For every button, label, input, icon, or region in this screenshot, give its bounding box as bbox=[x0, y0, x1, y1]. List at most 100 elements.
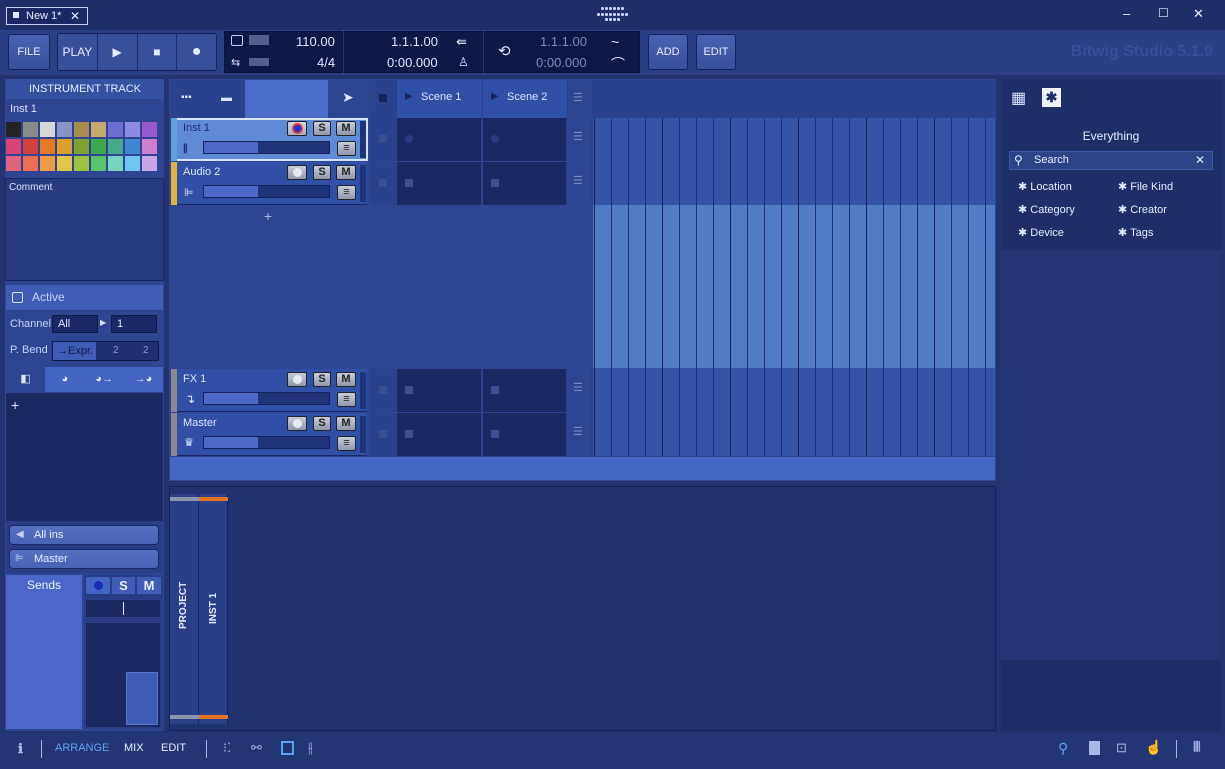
active-toggle[interactable]: Active bbox=[6, 285, 163, 310]
volume-meter[interactable] bbox=[85, 622, 161, 728]
minimize-button[interactable]: – bbox=[1123, 6, 1130, 21]
color-swatch[interactable] bbox=[57, 139, 72, 154]
solo-button[interactable]: S bbox=[313, 372, 331, 387]
mute-button[interactable]: M bbox=[336, 416, 356, 431]
tempo-value[interactable]: 110.00 bbox=[296, 34, 335, 49]
color-swatch[interactable] bbox=[6, 139, 21, 154]
color-swatch[interactable] bbox=[40, 122, 55, 137]
filter-tags[interactable]: ✱ Tags bbox=[1118, 226, 1153, 239]
solo-button[interactable]: S bbox=[313, 416, 331, 431]
forward-clock-icon[interactable]: →◕ bbox=[124, 367, 163, 392]
color-swatch[interactable] bbox=[125, 156, 140, 171]
time-signature[interactable]: 4/4 bbox=[317, 55, 335, 70]
maximize-button[interactable]: ☐ bbox=[1158, 6, 1169, 20]
browser-search-icon[interactable]: ⚲ bbox=[1058, 740, 1068, 757]
clock-icon[interactable]: ◕ bbox=[45, 367, 84, 392]
active-checkbox-icon[interactable] bbox=[12, 292, 23, 303]
filter-category[interactable]: ✱ Category bbox=[1018, 203, 1075, 216]
clock-forward-icon[interactable]: ◕→ bbox=[85, 367, 124, 392]
color-swatch[interactable] bbox=[108, 156, 123, 171]
menu-icon[interactable]: ☰ bbox=[573, 381, 583, 394]
volume-fader[interactable] bbox=[203, 392, 330, 405]
edit-view-tab[interactable]: EDIT bbox=[161, 742, 186, 754]
mix-view-tab[interactable]: MIX bbox=[124, 742, 144, 754]
solo-button[interactable]: S bbox=[313, 165, 331, 180]
color-swatch[interactable] bbox=[40, 139, 55, 154]
grid-view-icon[interactable]: ▪▪▪ bbox=[181, 92, 192, 103]
automation-write-icon[interactable]: ~ bbox=[611, 34, 619, 50]
track-menu-icon[interactable]: ≡ bbox=[337, 436, 356, 451]
color-swatch[interactable] bbox=[91, 122, 106, 137]
mixer-icon[interactable]: ⫲ bbox=[308, 739, 313, 756]
device-panel-icon[interactable] bbox=[281, 741, 294, 755]
color-swatch[interactable] bbox=[91, 139, 106, 154]
volume-fader[interactable] bbox=[203, 141, 330, 154]
color-swatch[interactable] bbox=[74, 122, 89, 137]
play-button[interactable]: ▶ bbox=[98, 34, 138, 70]
play-time[interactable]: 0:00.000 bbox=[387, 55, 438, 70]
record-arm-button[interactable] bbox=[287, 165, 307, 180]
tempo-tap-icon[interactable] bbox=[249, 35, 269, 45]
pbend-range-down[interactable]: 2 bbox=[113, 345, 119, 356]
track-menu-icon[interactable]: ≡ bbox=[337, 185, 356, 200]
add-track-icon[interactable]: + bbox=[264, 208, 272, 224]
scene-2[interactable]: ▶ Scene 2 bbox=[483, 80, 567, 118]
color-swatch[interactable] bbox=[125, 122, 140, 137]
info-icon[interactable]: ℹ bbox=[18, 741, 23, 757]
track-name[interactable]: Audio 2 bbox=[183, 166, 220, 178]
volume-fader[interactable] bbox=[203, 436, 330, 449]
mute-button[interactable]: M bbox=[137, 577, 161, 594]
clear-search-icon[interactable]: ✕ bbox=[1195, 153, 1205, 167]
pbend-range-up[interactable]: 2 bbox=[143, 345, 149, 356]
project-tab[interactable]: PROJECT bbox=[170, 494, 199, 724]
add-note-fx-icon[interactable]: + bbox=[11, 397, 19, 413]
project-tab[interactable]: New 1* ✕ bbox=[6, 7, 88, 25]
loop-icon[interactable]: ⟲ bbox=[498, 42, 511, 60]
channel-select[interactable]: All bbox=[52, 315, 98, 333]
stop-button[interactable]: ■ bbox=[138, 34, 178, 70]
mute-button[interactable]: M bbox=[336, 372, 356, 387]
track-stop-slot[interactable] bbox=[370, 369, 396, 412]
color-swatch[interactable] bbox=[23, 122, 38, 137]
filter-device[interactable]: ✱ Device bbox=[1018, 226, 1064, 239]
search-input[interactable]: Search bbox=[1009, 151, 1213, 170]
color-swatch[interactable] bbox=[74, 139, 89, 154]
track-stop-slot[interactable] bbox=[370, 162, 396, 205]
color-swatch[interactable] bbox=[23, 139, 38, 154]
menu-icon[interactable]: ☰ bbox=[573, 130, 583, 143]
search-icon[interactable]: ⚲ bbox=[1014, 153, 1023, 167]
metronome-icon[interactable]: ♙ bbox=[458, 55, 469, 69]
automation-mode-icon[interactable]: ⌒ bbox=[611, 54, 625, 74]
file-button[interactable]: FILE bbox=[8, 34, 50, 70]
color-swatch[interactable] bbox=[142, 156, 157, 171]
record-arm-button[interactable] bbox=[86, 577, 110, 594]
solo-button[interactable]: S bbox=[313, 121, 331, 136]
list-view-icon[interactable]: ▬ bbox=[221, 92, 232, 104]
color-swatch[interactable] bbox=[91, 156, 106, 171]
filter-creator[interactable]: ✱ Creator bbox=[1118, 203, 1167, 216]
clip-slot[interactable] bbox=[397, 369, 482, 412]
record-arm-button[interactable] bbox=[287, 121, 307, 136]
track-menu-icon[interactable]: ≡ bbox=[337, 141, 356, 156]
track-name[interactable]: FX 1 bbox=[183, 373, 206, 385]
stop-all-clips[interactable] bbox=[370, 80, 396, 118]
everything-icon[interactable]: ✱ bbox=[1042, 88, 1061, 107]
color-swatch[interactable] bbox=[6, 156, 21, 171]
clip-slot[interactable] bbox=[483, 162, 567, 205]
color-swatch[interactable] bbox=[74, 156, 89, 171]
color-swatch[interactable] bbox=[142, 139, 157, 154]
track-name-field[interactable]: Inst 1 bbox=[6, 99, 164, 119]
punch-icon[interactable]: ⇚ bbox=[456, 34, 467, 50]
color-swatch[interactable] bbox=[142, 122, 157, 137]
color-swatch[interactable] bbox=[125, 139, 140, 154]
hand-icon[interactable]: ☝ bbox=[1145, 739, 1162, 756]
output-select[interactable]: Master bbox=[9, 549, 159, 569]
clip-slot[interactable] bbox=[397, 162, 482, 205]
play-menu-button[interactable]: PLAY bbox=[58, 34, 98, 70]
clip-slot[interactable] bbox=[483, 369, 567, 412]
sends-section[interactable]: Sends bbox=[6, 575, 82, 729]
comment-box[interactable]: Comment bbox=[5, 178, 164, 281]
menu-icon[interactable]: ☰ bbox=[573, 174, 583, 187]
record-arm-button[interactable] bbox=[287, 416, 307, 431]
filter-file-kind[interactable]: ✱ File Kind bbox=[1118, 180, 1173, 193]
